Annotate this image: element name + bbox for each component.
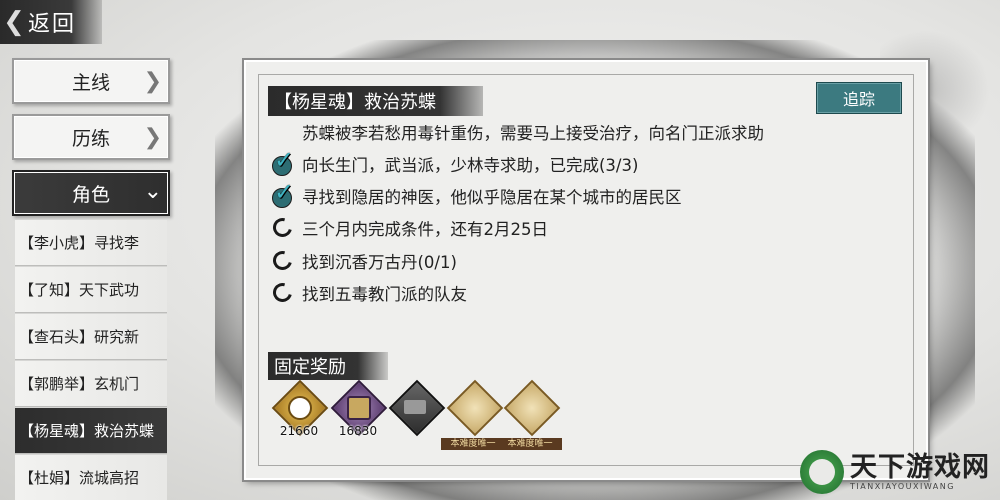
tab-character[interactable]: 角色 ⌄ [12, 170, 170, 216]
track-button[interactable]: 追踪 [816, 82, 902, 114]
unique-tag: 本难度唯一 [441, 438, 505, 450]
pending-ring-icon [269, 279, 302, 307]
tab-experience[interactable]: 历练 ❯ [12, 114, 170, 160]
coin-square-icon [347, 396, 371, 420]
quest-list-item-selected[interactable]: 【杨星魂】救治苏蝶 [15, 408, 167, 454]
pending-ring-icon [269, 214, 302, 242]
box-inner-icon [404, 400, 426, 414]
quest-list-item[interactable]: 【杜娟】流城高招 [15, 455, 167, 500]
tab-label: 角色 [71, 183, 110, 206]
watermark-subtitle: TIANXIAYOUXIWANG [850, 481, 955, 491]
task-text: 找到五毒教门派的队友 [302, 285, 467, 304]
quest-description: 苏蝶被李若愁用毒针重伤，需要马上接受治疗，向名门正派求助 [302, 124, 764, 143]
reward-chest[interactable] [385, 379, 446, 444]
task-text: 向长生门，武当派，少林寺求助，已完成(3/3) [302, 156, 639, 175]
unique-tag: 本难度唯一 [498, 438, 562, 450]
checkmark-icon: ✓ [272, 146, 295, 176]
task-text: 寻找到隐居的神医，他似乎隐居在某个城市的居民区 [302, 188, 682, 207]
reward-scroll[interactable]: 本难度唯一 [441, 379, 505, 450]
scroll-icon [446, 379, 504, 437]
quest-list-item[interactable]: 【查石头】研究新 [15, 314, 167, 360]
tab-main[interactable]: 主线 ❯ [12, 58, 170, 104]
task-item: 找到五毒教门派的队友 [269, 279, 467, 307]
reward-count: 21660 [279, 424, 319, 438]
reward-scroll[interactable]: 本难度唯一 [498, 379, 562, 450]
task-item: 找到沉香万古丹(0/1) [269, 247, 457, 275]
scroll-icon [503, 379, 561, 437]
watermark-title: 天下游戏网 [850, 451, 990, 483]
quest-title: 【杨星魂】救治苏蝶 [268, 86, 483, 116]
task-item: 三个月内完成条件，还有2月25日 [269, 214, 548, 242]
site-logo-icon [800, 450, 844, 494]
quest-list[interactable]: 【李小虎】寻找李 【了知】天下武功 【查石头】研究新 【郭鹏举】玄机门 【杨星魂… [15, 220, 167, 500]
chevron-right-icon: ❯ [143, 69, 162, 94]
quest-list-item[interactable]: 【了知】天下武功 [15, 267, 167, 313]
quest-list-item[interactable]: 【李小虎】寻找李 [15, 220, 167, 266]
checkmark-icon: ✓ [272, 178, 295, 208]
back-button[interactable]: ❮ 返回 [0, 0, 102, 44]
task-item: ✓ 向长生门，武当派，少林寺求助，已完成(3/3) [270, 146, 639, 178]
chevron-right-icon: ❯ [143, 125, 162, 150]
reward-gold-coin[interactable]: 21660 [268, 379, 329, 444]
pending-ring-icon [269, 247, 302, 275]
quest-list-item[interactable]: 【郭鹏举】玄机门 [15, 361, 167, 407]
reward-purple-coin[interactable]: 16830 [327, 379, 388, 444]
watermark: 天下游戏网 TIANXIAYOUXIWANG [800, 448, 990, 496]
back-label: 返回 [28, 12, 77, 37]
task-item: ✓ 寻找到隐居的神医，他似乎隐居在某个城市的居民区 [270, 178, 682, 210]
tab-label: 主线 [71, 71, 110, 94]
chevron-down-icon: ⌄ [143, 179, 162, 204]
reward-count: 16830 [338, 424, 378, 438]
task-text: 三个月内完成条件，还有2月25日 [302, 220, 548, 239]
chevron-left-icon: ❮ [3, 7, 25, 37]
task-text: 找到沉香万古丹(0/1) [302, 253, 457, 272]
tab-label: 历练 [71, 127, 110, 150]
rewards-title: 固定奖励 [268, 352, 388, 380]
portrait-icon [288, 396, 312, 420]
